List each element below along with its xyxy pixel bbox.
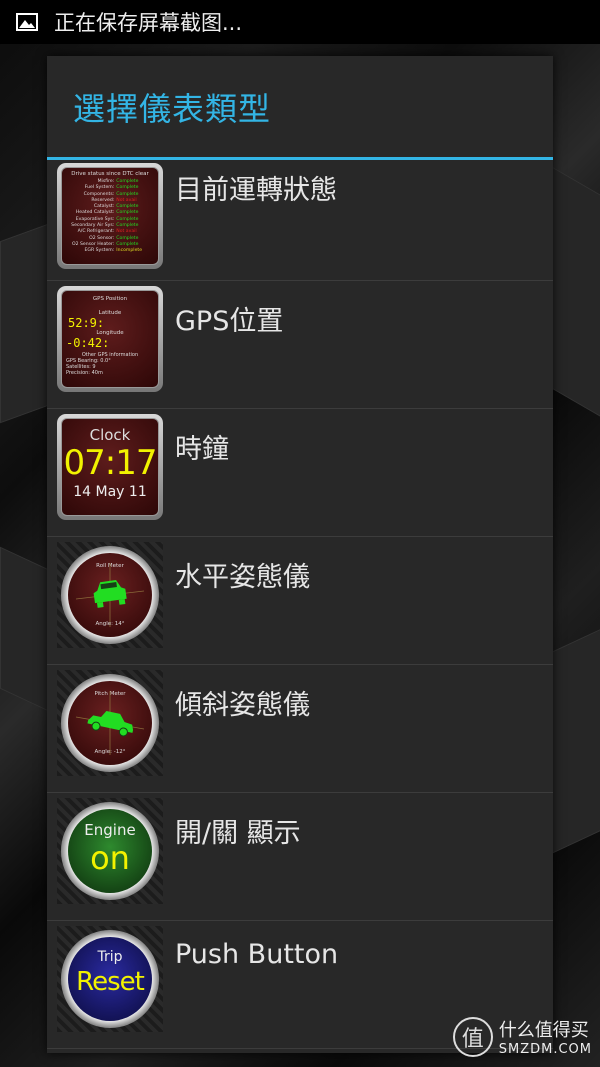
- item-label: 時鐘: [175, 434, 229, 465]
- item-label: 目前運轉狀態: [175, 175, 337, 206]
- gauge-ring: Pitch Meter Angle: -12°: [61, 674, 159, 772]
- item-label: 水平姿態儀: [175, 562, 310, 593]
- watermark-line2: SMZDM.COM: [498, 1042, 592, 1057]
- gauge-type-dialog: 選擇儀表類型 Drive status since DTC clear Misf…: [47, 56, 553, 1053]
- thumb-header: Drive status since DTC clear: [71, 171, 149, 177]
- clock-time: 07:17: [63, 443, 158, 483]
- thumbnail-face: GPS Position Latitude 52:9: Longitude -0…: [61, 290, 159, 388]
- gauge-face: Pitch Meter Angle: -12°: [68, 681, 152, 765]
- screenshot-image-icon: [16, 13, 38, 31]
- item-label: 傾斜姿態儀: [175, 690, 310, 721]
- latitude-value: 52:9:: [68, 316, 105, 330]
- engine-label: Engine: [84, 821, 136, 839]
- item-label: 開/關 顯示: [175, 818, 301, 849]
- engine-state: on: [90, 839, 130, 877]
- trip-reset-gauge-thumbnail: Trip Reset: [57, 926, 163, 1032]
- gps-gauge-thumbnail: GPS Position Latitude 52:9: Longitude -0…: [57, 286, 163, 392]
- list-item-on-off-display[interactable]: Engine on 開/關 顯示: [47, 793, 553, 921]
- pitch-angle: Angle: -12°: [94, 749, 126, 755]
- watermark-line1: 什么值得买: [498, 1020, 589, 1041]
- roll-meter-gauge-thumbnail: Roll Meter Angle: 14°: [57, 542, 163, 648]
- wallpaper-shape: [552, 628, 600, 854]
- dialog-title: 選擇儀表類型: [47, 56, 553, 160]
- notification-text: 正在保存屏幕截图...: [54, 11, 243, 35]
- roll-angle: Angle: 14°: [95, 621, 125, 627]
- drive-status-row: EGR System: Incomplete: [67, 248, 153, 254]
- thumb-header: GPS Position: [92, 296, 128, 302]
- reset-label: Reset: [76, 967, 145, 997]
- gauge-ring: Roll Meter Angle: 14°: [61, 546, 159, 644]
- watermark-logo: 值: [452, 1016, 493, 1057]
- list-item-roll-meter[interactable]: Roll Meter Angle: 14° 水平姿態儀: [47, 537, 553, 665]
- gauge-face: Trip Reset: [68, 937, 152, 1021]
- gauge-face: Roll Meter Angle: 14°: [68, 553, 152, 637]
- trip-label: Trip: [97, 949, 123, 965]
- pitch-meter-gauge-thumbnail: Pitch Meter Angle: -12°: [57, 670, 163, 776]
- gps-precision: Precision: 40m: [66, 370, 103, 376]
- site-watermark: 值 什么值得买 SMZDM.COM: [452, 1016, 592, 1057]
- gauge-face: Engine on: [68, 809, 152, 893]
- status-bar: 正在保存屏幕截图...: [0, 0, 600, 44]
- drive-status-name: EGR System:: [84, 248, 115, 254]
- drive-status-value: Incomplete: [116, 248, 143, 254]
- list-item-drive-status[interactable]: Drive status since DTC clear Misfire: Com…: [47, 160, 553, 281]
- thumbnail-face: Clock 07:17 14 May 11: [61, 418, 159, 516]
- thumbnail-face: Drive status since DTC clear Misfire: Com…: [61, 167, 159, 265]
- list-item-pitch-meter[interactable]: Pitch Meter Angle: -12° 傾斜姿態儀: [47, 665, 553, 793]
- clock-gauge-thumbnail: Clock 07:17 14 May 11: [57, 414, 163, 520]
- clock-header: Clock: [89, 426, 131, 444]
- list-item-clock[interactable]: Clock 07:17 14 May 11 時鐘: [47, 409, 553, 537]
- item-label: Push Button: [175, 939, 339, 970]
- clock-date: 14 May 11: [73, 484, 147, 500]
- drive-status-gauge-thumbnail: Drive status since DTC clear Misfire: Com…: [57, 163, 163, 269]
- gauge-ring: Trip Reset: [61, 930, 159, 1028]
- gauge-ring: Engine on: [61, 802, 159, 900]
- item-label: GPS位置: [175, 306, 284, 337]
- drive-status-rows: Misfire: Complete Fuel System: Complete Comp…: [62, 177, 158, 255]
- list-item-gps-position[interactable]: GPS Position Latitude 52:9: Longitude -0…: [47, 281, 553, 409]
- longitude-value: -0:42:: [66, 336, 110, 350]
- engine-on-gauge-thumbnail: Engine on: [57, 798, 163, 904]
- wallpaper-shape: [548, 164, 600, 418]
